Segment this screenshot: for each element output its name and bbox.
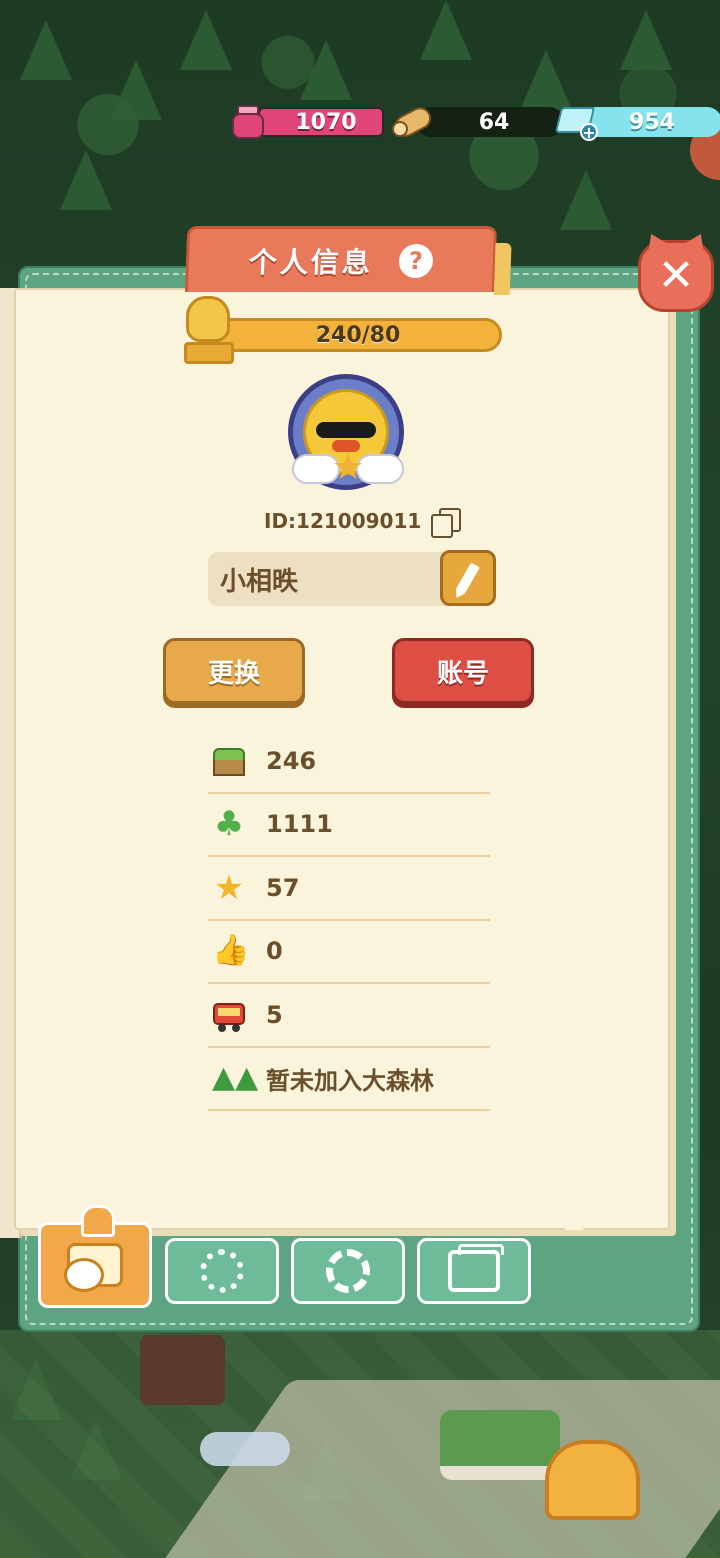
background-building [545, 1440, 640, 1520]
nickname-text: 小相昳 [220, 566, 299, 597]
stat-value: 0 [266, 937, 283, 966]
gear-icon [326, 1249, 370, 1293]
profile-card-icon [64, 1243, 123, 1292]
background-tree [620, 10, 672, 70]
account-button[interactable]: 账号 [392, 638, 534, 704]
bus-icon [212, 998, 246, 1032]
panel-title: 个人信息 [248, 245, 374, 279]
close-button[interactable]: ✕ [638, 240, 714, 312]
stat-value: 57 [266, 873, 300, 902]
background-tree [20, 20, 72, 80]
thumbs-up-icon: 👍 [212, 933, 250, 969]
forest-status: 暂未加入大森林 [266, 1066, 434, 1095]
player-id: ID:121009011 [264, 509, 422, 533]
stat-row-forest: ▲▲ 暂未加入大森林 [208, 1048, 490, 1111]
trophy-icon [180, 296, 236, 368]
background-tree [420, 0, 472, 60]
background-crate [140, 1335, 225, 1405]
close-icon: ✕ [657, 250, 695, 301]
gem-resource[interactable]: + 954 [554, 104, 720, 141]
help-icon[interactable]: ? [398, 243, 434, 278]
ink-resource[interactable]: 1070 [232, 104, 384, 140]
wood-amount: 64 [416, 107, 564, 137]
star-icon: ★ [213, 867, 245, 908]
clover-icon: ♣ [213, 804, 245, 845]
stat-row-clover: ♣ 1111 [208, 794, 490, 857]
level-progress-bar: 240/80 [214, 318, 502, 352]
tab-profile[interactable] [38, 1205, 152, 1308]
stat-value: 5 [266, 1000, 283, 1029]
background-tree [520, 50, 572, 110]
stat-row-likes: 👍 0 [208, 921, 490, 984]
diamond-plus-icon[interactable]: + [554, 105, 598, 141]
copy-icon[interactable] [431, 508, 462, 538]
stat-row-star: ★ 57 [208, 857, 490, 921]
stat-row-bus: 5 [208, 984, 490, 1048]
player-id-row: ID:121009011 [264, 508, 462, 538]
tab-settings[interactable] [291, 1238, 405, 1304]
level-progress-text: 240/80 [315, 322, 401, 348]
stats-list: 246 ♣ 1111 ★ 57 👍 0 5 ▲▲ 暂未加入大森林 [208, 730, 490, 1111]
wood-resource[interactable]: 64 [391, 103, 564, 141]
tab-album[interactable] [417, 1238, 531, 1304]
edit-name-button[interactable] [440, 550, 496, 606]
grass-block-icon [212, 744, 246, 778]
tab-badges[interactable] [165, 1238, 279, 1304]
gem-amount: 954 [582, 107, 720, 137]
forest-icon: ▲▲ [212, 1060, 259, 1096]
ink-bottle-icon [232, 105, 264, 139]
stat-value: 1111 [266, 810, 333, 839]
wood-log-icon [391, 103, 435, 141]
avatar-wings-frame: ★ [292, 446, 404, 492]
stat-row-grass: 246 [208, 730, 490, 794]
background-tree [300, 40, 352, 100]
background-tree [110, 60, 162, 120]
stat-value: 246 [266, 746, 317, 775]
page-corner [564, 1218, 584, 1230]
background-plane [200, 1432, 290, 1466]
ink-amount: 1070 [258, 107, 384, 137]
badge-icon [200, 1249, 244, 1293]
background-tree [560, 170, 612, 230]
background-tree [180, 10, 232, 70]
background-flowerbed [440, 1410, 560, 1480]
background-tree [60, 150, 112, 210]
photo-album-icon [448, 1244, 504, 1292]
change-avatar-button[interactable]: 更换 [163, 638, 305, 704]
panel-title-tab: 个人信息 ? [184, 226, 498, 292]
pencil-icon [456, 562, 480, 594]
